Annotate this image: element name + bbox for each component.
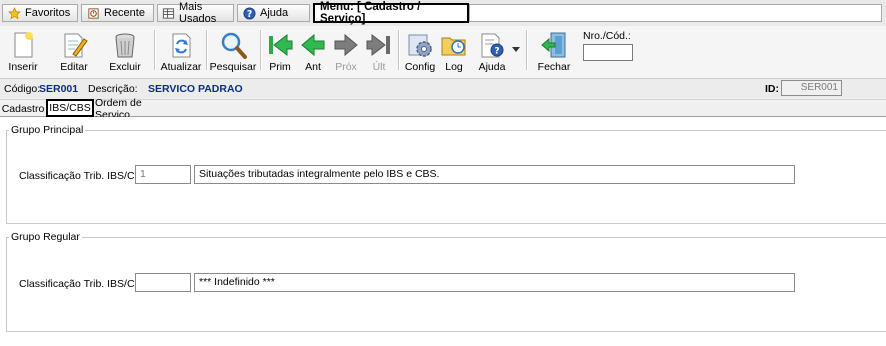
last-record-icon <box>366 33 390 57</box>
first-record-icon <box>269 33 293 57</box>
search-icon <box>221 32 247 59</box>
refresh-icon <box>172 33 191 58</box>
tab-ajuda[interactable]: ? Ajuda <box>237 4 310 22</box>
fechar-button[interactable]: Fechar <box>535 27 573 75</box>
editar-button[interactable]: Editar <box>55 27 93 75</box>
classificacao-regular-label: Classificação Trib. IBS/CBS: <box>19 278 152 290</box>
codigo-value: SER001 <box>39 83 79 95</box>
grupo-principal-title: Grupo Principal <box>9 124 86 136</box>
tab-favoritos-label: Favoritos <box>25 7 71 19</box>
menu-path-field <box>469 4 882 22</box>
atualizar-label: Atualizar <box>160 61 202 73</box>
tab-cadastro[interactable]: Cadastro <box>2 101 45 116</box>
trash-icon <box>115 33 135 58</box>
log-button[interactable]: Log <box>438 27 470 75</box>
ajuda-button[interactable]: ? Ajuda <box>474 27 510 75</box>
ant-label: Ant <box>305 61 321 73</box>
inserir-button[interactable]: Inserir <box>4 27 42 75</box>
tab-ibs-cbs[interactable]: IBS/CBS <box>46 99 94 117</box>
grupo-regular-title: Grupo Regular <box>9 231 82 243</box>
classificacao-regular-description: *** Indefinido *** <box>194 273 795 292</box>
tab-recente-label: Recente <box>104 7 145 19</box>
prox-label: Próx <box>335 61 357 73</box>
star-icon <box>7 6 21 20</box>
excluir-label: Excluir <box>109 61 141 73</box>
next-record-icon <box>334 33 358 57</box>
tab-recente[interactable]: Recente <box>81 4 154 22</box>
edit-icon <box>64 33 88 58</box>
id-value: SER001 <box>781 80 842 96</box>
toolbar-separator <box>154 30 156 70</box>
gear-icon <box>408 34 432 57</box>
editar-label: Editar <box>60 61 88 73</box>
classificacao-regular-code-input[interactable] <box>135 273 191 292</box>
prox-button[interactable]: Próx <box>331 27 361 75</box>
menu-path-label: Menu: [ Cadastro / Serviço] <box>313 1 469 25</box>
pesquisar-button[interactable]: Pesquisar <box>210 27 256 75</box>
prim-button[interactable]: Prim <box>264 27 296 75</box>
log-label: Log <box>445 61 463 73</box>
prim-label: Prim <box>269 61 291 73</box>
ult-label: Últ <box>372 61 386 73</box>
descricao-label: Descrição: <box>88 83 138 95</box>
nro-cod-label: Nro./Cód.: <box>583 30 631 42</box>
atualizar-button[interactable]: Atualizar <box>160 27 202 75</box>
tab-ordem-de-servico[interactable]: Ordem de Serviço <box>95 97 173 121</box>
new-document-icon <box>14 32 33 58</box>
ajuda-dropdown-icon[interactable] <box>512 44 520 56</box>
help-document-icon: ? <box>481 33 504 58</box>
config-label: Config <box>404 61 436 73</box>
descricao-value: SERVICO PADRAO <box>148 83 243 95</box>
svg-text:?: ? <box>494 47 499 57</box>
svg-text:?: ? <box>246 8 251 19</box>
classificacao-principal-description: Situações tributadas integralmente pelo … <box>194 165 795 184</box>
tab-mais-usados-label: Mais Usados <box>179 1 217 25</box>
ult-button[interactable]: Últ <box>364 27 394 75</box>
help-icon: ? <box>242 6 256 20</box>
recent-icon <box>86 6 100 20</box>
id-label: ID: <box>765 83 779 95</box>
ant-button[interactable]: Ant <box>298 27 328 75</box>
pesquisar-label: Pesquisar <box>209 61 257 73</box>
inserir-label: Inserir <box>8 61 38 73</box>
tab-mais-usados[interactable]: Mais Usados <box>157 1 234 25</box>
excluir-button[interactable]: Excluir <box>106 27 144 75</box>
classificacao-principal-code-input[interactable]: 1 <box>135 165 191 184</box>
previous-record-icon <box>301 33 325 57</box>
codigo-label: Código: <box>4 83 41 95</box>
classificacao-principal-label: Classificação Trib. IBS/CBS: <box>19 170 152 182</box>
log-folder-icon <box>441 37 466 56</box>
fechar-label: Fechar <box>537 61 571 73</box>
toolbar-separator <box>260 30 262 70</box>
tab-favoritos[interactable]: Favoritos <box>2 4 78 22</box>
tab-ajuda-label: Ajuda <box>260 7 289 19</box>
toolbar-separator <box>398 30 400 70</box>
toolbar-separator <box>526 30 528 70</box>
toolbar-separator <box>206 30 208 70</box>
table-icon <box>162 6 175 20</box>
config-button[interactable]: Config <box>403 27 437 75</box>
exit-door-icon <box>541 32 566 58</box>
nro-cod-input[interactable] <box>583 44 633 61</box>
ajuda-label: Ajuda <box>478 61 506 73</box>
